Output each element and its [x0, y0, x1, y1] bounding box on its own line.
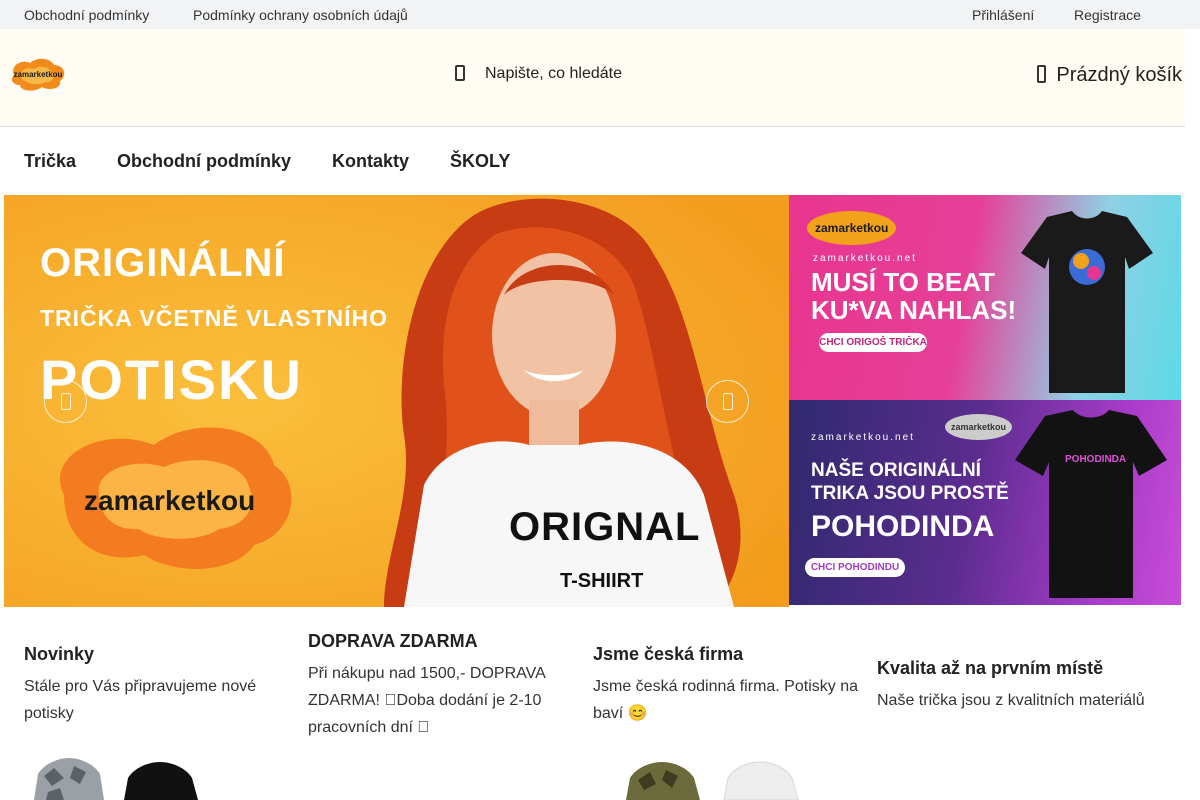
promo-banner-beat[interactable]: zamarketkou zamarketkou.net MUSÍ TO BEAT…: [789, 195, 1181, 400]
top-bar: Obchodní podmínky Podmínky ochrany osobn…: [0, 0, 1200, 29]
svg-text:zamarketkou: zamarketkou: [14, 70, 63, 79]
product-thumbnail-camo-hoodie[interactable]: [24, 756, 114, 800]
banner-title-1: MUSÍ TO BEAT: [811, 267, 995, 297]
topbar-link-terms[interactable]: Obchodní podmínky: [24, 7, 149, 23]
nav-item-schools[interactable]: ŠKOLY: [450, 151, 510, 172]
site-header: zamarketkou Napište, co hledáte Prázdný …: [0, 29, 1185, 127]
hero-shirt-print-2: T-SHIIRT: [560, 570, 644, 592]
site-logo[interactable]: zamarketkou: [8, 55, 68, 93]
feature-text: Jsme česká rodinná firma. Potisky na bav…: [593, 678, 858, 722]
feature-text: Stále pro Vás připravujeme nové potisky: [24, 678, 257, 722]
feature-title: Kvalita až na prvním místě: [877, 658, 1104, 678]
feature-shipping: DOPRAVA ZDARMA Při nákupu nad 1500,- DOP…: [308, 631, 583, 741]
nav-item-terms[interactable]: Obchodní podmínky: [117, 151, 291, 172]
banner-cta-button[interactable]: CHCI POHODINDU: [805, 558, 905, 577]
banner-title-2: TRIKA JSOU PROSTĚ: [811, 483, 1009, 504]
tshirt-image: [1015, 410, 1167, 598]
product-thumbnail-black-hoodie[interactable]: [118, 758, 208, 800]
product-thumbnail-camo-green-hoodie[interactable]: [620, 758, 710, 800]
promo-banner-pohodinda[interactable]: zamarketkou.net zamarketkou NAŠE ORIGINÁ…: [789, 400, 1181, 605]
tshirt-image: [1021, 211, 1153, 393]
feature-quality: Kvalita až na prvním místě Naše trička j…: [877, 658, 1152, 714]
nav-item-tricka[interactable]: Trička: [24, 151, 76, 172]
cart-label: Prázdný košík: [1056, 64, 1182, 86]
banner-title-3: POHODINDA: [811, 510, 995, 543]
feature-title: DOPRAVA ZDARMA: [308, 631, 478, 651]
login-link[interactable]: Přihlášení: [972, 7, 1034, 23]
banner-title-1: NAŠE ORIGINÁLNÍ: [811, 460, 981, 481]
hero-headline-1: ORIGINÁLNÍ: [40, 241, 286, 285]
banner-logo: zamarketkou: [807, 211, 897, 245]
cart-icon: [1037, 65, 1047, 83]
slider-next-button[interactable]: [706, 380, 749, 423]
chevron-left-icon: [61, 393, 71, 410]
banner-cta-button[interactable]: CHCI ORIGOŠ TRIČKA: [819, 333, 927, 352]
banner-logo: zamarketkou: [945, 414, 1013, 440]
feature-novinky: Novinky Stále pro Vás připravujeme nové …: [24, 644, 299, 727]
feature-text: Naše trička jsou z kvalitních materiálů: [877, 692, 1145, 709]
banner-site: zamarketkou.net: [813, 253, 917, 264]
banner-site: zamarketkou.net: [811, 432, 915, 443]
product-thumbnail-white-hoodie[interactable]: [718, 760, 808, 800]
banner-title-2: KU*VA NAHLAS!: [811, 295, 1017, 325]
search-icon: [455, 65, 465, 81]
search-field[interactable]: Napište, co hledáte: [455, 65, 622, 83]
main-nav: Trička Obchodní podmínky Kontakty ŠKOLY: [0, 127, 1185, 195]
feature-text: Při nákupu nad 1500,- DOPRAVA ZDARMA! D…: [308, 665, 545, 736]
register-link[interactable]: Registrace: [1074, 7, 1141, 23]
feature-title: Novinky: [24, 644, 95, 664]
search-placeholder: Napište, co hledáte: [485, 65, 622, 82]
hero-shirt-print-1: ORIGNAL: [509, 505, 701, 549]
topbar-link-privacy[interactable]: Podmínky ochrany osobních údajů: [193, 7, 408, 23]
feature-title: Jsme česká firma: [593, 644, 744, 664]
hero-headline-2: TRIČKA VČETNĚ VLASTNÍHO: [40, 305, 388, 331]
slider-prev-button[interactable]: [44, 380, 87, 423]
cart-button[interactable]: Prázdný košík: [1037, 64, 1182, 87]
feature-czech-company: Jsme česká firma Jsme česká rodinná firm…: [593, 644, 868, 727]
nav-item-contacts[interactable]: Kontakty: [332, 151, 409, 172]
hero-brand: zamarketkou: [84, 485, 256, 516]
chevron-right-icon: [723, 393, 733, 410]
hero-slider[interactable]: ORIGINÁLNÍ TRIČKA VČETNĚ VLASTNÍHO POTIS…: [4, 195, 789, 607]
tshirt-print-text: POHODINDA: [1065, 454, 1127, 465]
